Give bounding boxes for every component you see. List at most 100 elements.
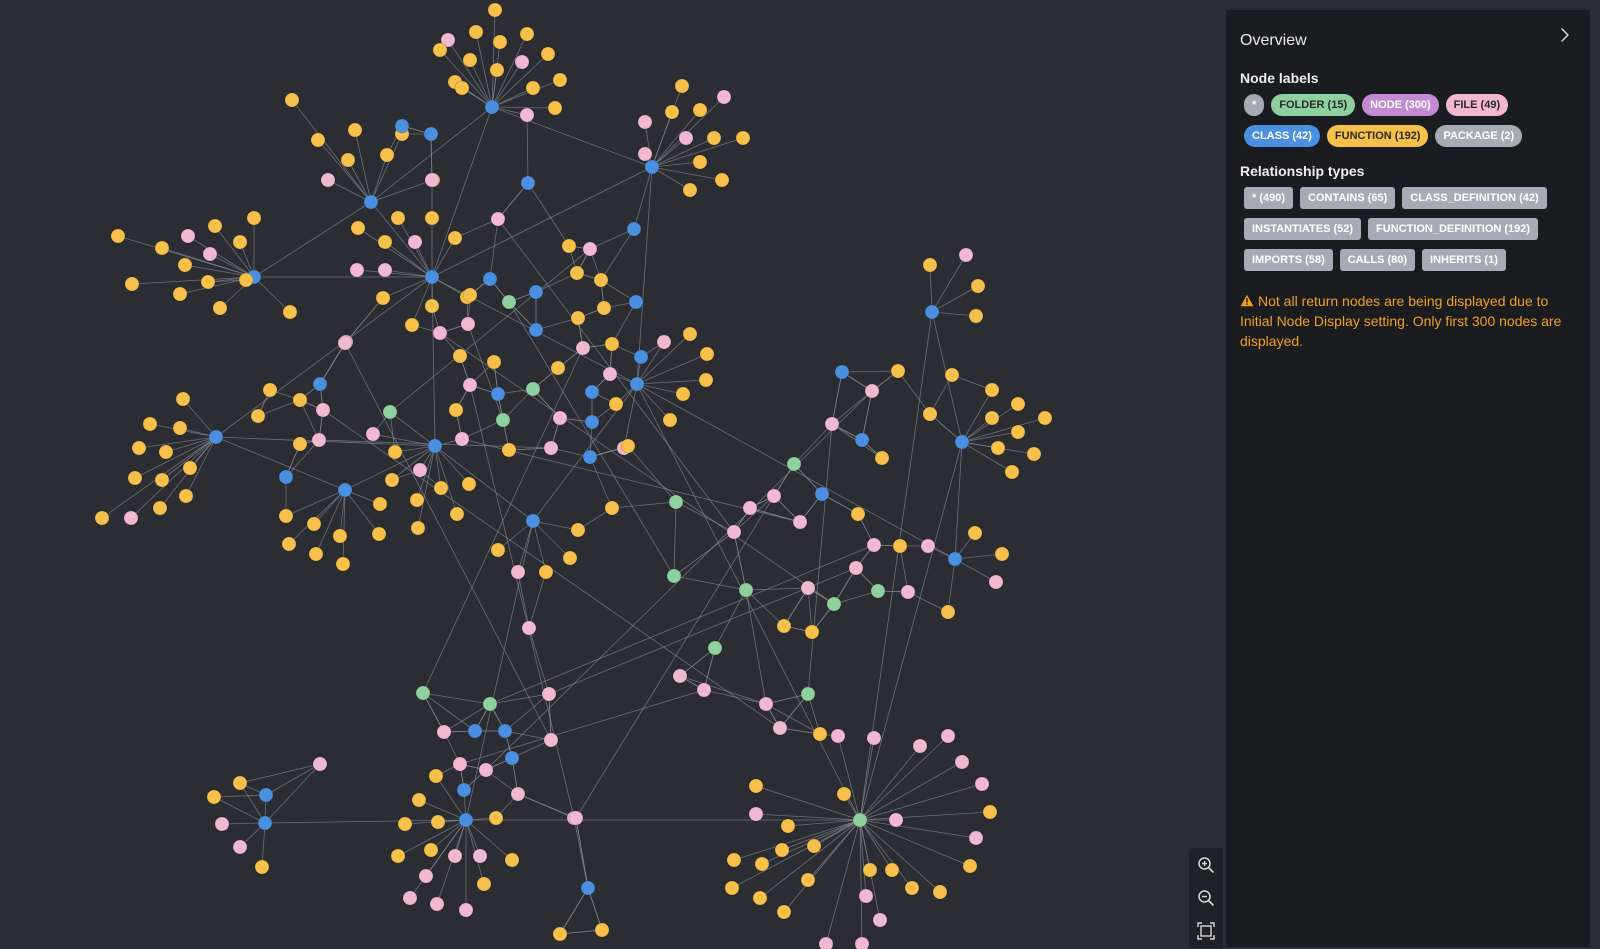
graph-node-class[interactable] [278,469,294,485]
collapse-panel-button[interactable] [1556,26,1574,44]
graph-node-function[interactable] [278,508,294,524]
graph-node-class[interactable] [363,194,379,210]
graph-node-file[interactable] [637,114,653,130]
graph-node-function[interactable] [552,72,568,88]
graph-node-function[interactable] [596,300,612,316]
graph-node-file[interactable] [742,500,758,516]
graph-node-file[interactable] [968,830,984,846]
graph-node-function[interactable] [550,360,566,376]
graph-node-function[interactable] [449,506,465,522]
graph-node-class[interactable] [423,126,439,142]
graph-node-file[interactable] [519,107,535,123]
graph-node-file[interactable] [521,620,537,636]
graph-node-folder[interactable] [738,582,754,598]
graph-node-function[interactable] [384,472,400,488]
graph-node-file[interactable] [830,728,846,744]
graph-node-file[interactable] [202,246,218,262]
graph-node-function[interactable] [488,810,504,826]
graph-node-function[interactable] [682,182,698,198]
graph-node-function[interactable] [501,442,517,458]
fit-to-screen-button[interactable] [1192,917,1220,945]
graph-node-file[interactable] [656,334,672,350]
graph-node-function[interactable] [970,278,986,294]
graph-node-file[interactable] [920,538,936,554]
graph-node-function[interactable] [308,546,324,562]
node-label-chip[interactable]: FOLDER (15) [1271,94,1356,116]
graph-node-class[interactable] [337,482,353,498]
graph-node-file[interactable] [958,247,974,263]
graph-node-function[interactable] [462,52,478,68]
node-label-chip[interactable]: FILE (49) [1445,94,1509,116]
graph-node-function[interactable] [127,470,143,486]
graph-node-function[interactable] [340,152,356,168]
graph-node-function[interactable] [836,786,852,802]
graph-node-function[interactable] [410,520,426,536]
graph-node-function[interactable] [674,78,690,94]
graph-node-function[interactable] [504,852,520,868]
graph-node-function[interactable] [664,104,680,120]
graph-node-file[interactable] [424,172,440,188]
graph-node-file[interactable] [974,776,990,792]
graph-node-file[interactable] [726,524,742,540]
graph-node-function[interactable] [423,842,439,858]
graph-node-file[interactable] [575,340,591,356]
graph-node-file[interactable] [412,462,428,478]
graph-node-folder[interactable] [870,583,886,599]
graph-node-function[interactable] [468,24,484,40]
graph-node-function[interactable] [94,510,110,526]
graph-node-function[interactable] [967,525,983,541]
graph-canvas[interactable] [0,0,1224,949]
graph-node-folder[interactable] [501,294,517,310]
graph-node-file[interactable] [940,728,956,744]
graph-node-function[interactable] [372,496,388,512]
graph-node-function[interactable] [462,287,478,303]
graph-node-function[interactable] [390,210,406,226]
relationship-type-chip[interactable]: IMPORTS (58) [1244,249,1333,271]
graph-node-file[interactable] [429,896,445,912]
graph-node-file[interactable] [900,584,916,600]
graph-node-function[interactable] [246,210,262,226]
graph-node-class[interactable] [814,486,830,502]
graph-node-file[interactable] [552,410,568,426]
graph-node-class[interactable] [525,513,541,529]
graph-node-function[interactable] [570,522,586,538]
graph-node-function[interactable] [944,367,960,383]
graph-node-file[interactable] [458,902,474,918]
relationship-type-chip[interactable]: FUNCTION_DEFINITION (192) [1368,218,1539,240]
graph-node-class[interactable] [484,99,500,115]
relationship-type-chip[interactable]: CLASS_DEFINITION (42) [1402,187,1547,209]
graph-node-function[interactable] [262,382,278,398]
graph-node-function[interactable] [904,880,920,896]
graph-node-folder[interactable] [482,696,498,712]
graph-node-folder[interactable] [495,412,511,428]
graph-node-function[interactable] [754,856,770,872]
graph-node-function[interactable] [800,872,816,888]
graph-node-class[interactable] [584,414,600,430]
graph-node-function[interactable] [812,726,828,742]
node-label-chip[interactable]: FUNCTION (192) [1326,125,1429,147]
graph-node-function[interactable] [447,230,463,246]
graph-node-function[interactable] [454,80,470,96]
graph-node-file[interactable] [454,431,470,447]
graph-node-function[interactable] [552,926,568,942]
graph-node-folder[interactable] [786,456,802,472]
graph-node-function[interactable] [377,234,393,250]
graph-node-function[interactable] [1010,396,1026,412]
graph-node-class[interactable] [628,294,644,310]
graph-node-function[interactable] [922,406,938,422]
graph-node-function[interactable] [620,438,636,454]
graph-node-function[interactable] [404,317,420,333]
graph-node-file[interactable] [214,816,230,832]
graph-node-file[interactable] [510,564,526,580]
graph-node-function[interactable] [250,408,266,424]
graph-node-function[interactable] [699,346,715,362]
graph-node-folder[interactable] [666,568,682,584]
graph-node-function[interactable] [207,218,223,234]
graph-node-file[interactable] [462,377,478,393]
graph-node-function[interactable] [409,492,425,508]
graph-node-class[interactable] [394,118,410,134]
graph-node-class[interactable] [456,782,472,798]
graph-node-function[interactable] [182,460,198,476]
graph-node-function[interactable] [874,450,890,466]
graph-node-file[interactable] [312,756,328,772]
